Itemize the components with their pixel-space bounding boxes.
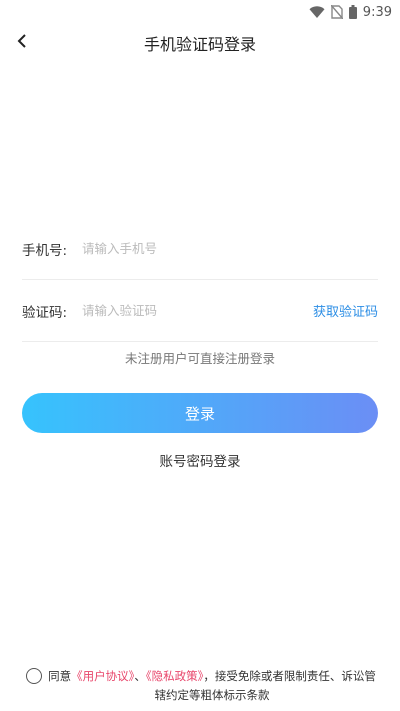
privacy-policy-link[interactable]: 《隐私政策》 [146,669,204,683]
get-code-button[interactable]: 获取验证码 [313,301,378,320]
agreement-text: 同意《用户协议》、《隐私政策》，接受免除或者限制责任、诉讼管辖约定等粗体标示条款 [48,667,376,705]
code-input[interactable] [82,303,313,318]
agreement-separator: 、 [134,669,146,683]
phone-row: 手机号: [22,218,378,280]
phone-input[interactable] [82,241,378,256]
code-label: 验证码: [22,304,68,321]
login-screen: 9:39 手机验证码登录 手机号: 验证码: 获取验证码 未注册用户可直接注册登… [0,0,400,711]
agreement-prefix: 同意 [48,669,72,683]
back-button[interactable] [6,27,38,59]
no-sim-icon [330,5,343,19]
chevron-left-icon [16,33,28,53]
user-agreement-link[interactable]: 《用户协议》 [71,669,134,683]
code-row: 验证码: 获取验证码 [22,280,378,342]
wifi-icon [309,5,325,19]
status-bar: 9:39 [0,0,400,24]
phone-label: 手机号: [22,242,68,259]
page-title: 手机验证码登录 [143,35,256,54]
login-button[interactable]: 登录 [22,393,378,433]
battery-icon [348,5,357,19]
agree-checkbox[interactable] [26,668,42,684]
login-form: 手机号: 验证码: 获取验证码 [22,218,378,342]
register-hint: 未注册用户可直接注册登录 [124,351,275,366]
status-time: 9:39 [362,4,392,20]
password-login-link[interactable]: 账号密码登录 [0,450,400,470]
title-bar: 手机验证码登录 [0,24,400,62]
agreement: 同意《用户协议》、《隐私政策》，接受免除或者限制责任、诉讼管辖约定等粗体标示条款 [26,667,376,705]
